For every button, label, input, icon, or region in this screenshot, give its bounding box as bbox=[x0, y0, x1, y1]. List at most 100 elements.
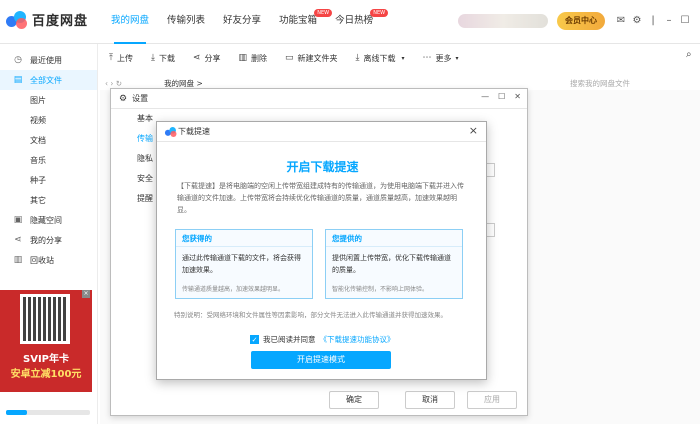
download-speedup-dialog: 下载提速 × 开启下载提速 【下载提速】是将电脑端的空闲上传带宽组建成特有的传输… bbox=[156, 121, 487, 380]
search-input[interactable]: 搜索我的网盘文件 bbox=[570, 78, 700, 90]
settings-tab-transfer[interactable]: 传输 bbox=[111, 129, 161, 149]
trash-icon: ▥ bbox=[238, 53, 248, 63]
sidebar-item-label: 回收站 bbox=[30, 255, 54, 265]
toolbar-label: 下载 bbox=[158, 53, 175, 63]
upload-icon: ⤒ bbox=[109, 53, 113, 63]
nav-label: 好友分享 bbox=[223, 15, 262, 26]
sidebar-item-images[interactable]: 图片 bbox=[0, 90, 97, 110]
divider: | bbox=[651, 15, 655, 26]
sidebar-item-recent[interactable]: ◷ 最近使用 bbox=[0, 50, 97, 70]
top-bar: 百度网盘 我的网盘 传输列表 好友分享 功能宝箱 NEW 今日热榜 NEW 会员中心… bbox=[0, 0, 700, 44]
delete-button[interactable]: ▥ 删除 bbox=[230, 53, 277, 64]
nav-toolbox[interactable]: 功能宝箱 NEW bbox=[270, 0, 333, 44]
trash-icon: ▥ bbox=[13, 255, 23, 265]
settings-tab-security[interactable]: 安全 bbox=[111, 169, 161, 189]
sidebar-item-videos[interactable]: 视频 bbox=[0, 110, 97, 130]
share-icon: ⋖ bbox=[14, 235, 22, 245]
nav-transfer-list[interactable]: 传输列表 bbox=[158, 0, 214, 44]
upload-button[interactable]: ⤒ 上传 bbox=[100, 53, 142, 64]
close-icon[interactable]: × bbox=[469, 124, 478, 137]
settings-title: 设置 bbox=[132, 94, 149, 103]
mail-icon[interactable]: ✉ bbox=[615, 14, 627, 28]
maximize-icon[interactable]: ☐ bbox=[679, 14, 691, 28]
sidebar-item-all-files[interactable]: ▤ 全部文件 bbox=[0, 70, 97, 90]
promo-line1: SVIP年卡 bbox=[23, 354, 69, 365]
settings-tab-basic[interactable]: 基本 bbox=[111, 109, 161, 129]
breadcrumb-path[interactable]: 我的网盘 > bbox=[164, 79, 203, 88]
nav-label: 功能宝箱 bbox=[279, 15, 318, 26]
special-note: 特别说明：受网络环境和文件属性等因素影响，部分文件无法进入此传输通道并获得加速效… bbox=[174, 311, 447, 319]
contribution-card: 您提供的 提供闲置上传带宽，优化下载传输通道的质量。 智能化传输控制，不影响上网… bbox=[325, 229, 463, 299]
maximize-icon[interactable]: ☐ bbox=[498, 92, 505, 101]
sidebar-item-recycle-bin[interactable]: ▥ 回收站 bbox=[0, 250, 97, 270]
promo-line2: 安卓立减100元 bbox=[10, 369, 82, 380]
agree-checkbox[interactable]: ✓ bbox=[250, 335, 259, 344]
chevron-down-icon: ▾ bbox=[455, 54, 459, 62]
settings-titlebar: ⚙ 设置 bbox=[111, 89, 527, 109]
sidebar-item-label: 隐藏空间 bbox=[30, 215, 62, 225]
new-badge: NEW bbox=[370, 9, 389, 17]
dialog-title: 下载提速 bbox=[178, 127, 210, 136]
back-icon[interactable]: ‹ › ↻ bbox=[105, 79, 122, 88]
qr-code-icon bbox=[20, 294, 70, 344]
gear-icon[interactable]: ⚙ bbox=[631, 14, 643, 28]
card-title: 您获得的 bbox=[176, 230, 312, 247]
ok-button[interactable]: 确定 bbox=[329, 391, 379, 409]
share-icon: ⋖ bbox=[192, 53, 201, 63]
nav-hot-list[interactable]: 今日热榜 NEW bbox=[326, 0, 389, 44]
close-icon[interactable]: ✕ bbox=[514, 92, 521, 101]
toolbar-label: 新建文件夹 bbox=[297, 53, 338, 63]
sidebar-item-my-share[interactable]: ⋖ 我的分享 bbox=[0, 230, 97, 250]
share-button[interactable]: ⋖ 分享 bbox=[184, 53, 230, 64]
sidebar-item-torrents[interactable]: 种子 bbox=[0, 170, 97, 190]
download-button[interactable]: ⤓ 下载 bbox=[142, 53, 184, 64]
nav-my-disk[interactable]: 我的网盘 bbox=[102, 0, 158, 44]
dialog-description: 【下载提速】是将电脑端的空闲上传带宽组建成特有的传输通道，为使用电脑端下载并进入… bbox=[177, 182, 464, 214]
card-text: 通过此传输通道下载的文件，将会获得加速效果。 bbox=[182, 254, 301, 274]
more-button[interactable]: ⋯ 更多 ▾ bbox=[414, 53, 468, 64]
sidebar-item-label: 音乐 bbox=[30, 155, 46, 165]
sidebar-item-label: 我的分享 bbox=[30, 235, 62, 245]
sidebar-item-music[interactable]: 音乐 bbox=[0, 150, 97, 170]
settings-nav: 基本 传输 隐私 安全 提醒 bbox=[111, 109, 161, 209]
search-icon[interactable]: ⌕ bbox=[686, 49, 692, 60]
apply-button[interactable]: 应用 bbox=[467, 391, 517, 409]
sidebar-item-label: 最近使用 bbox=[30, 55, 62, 65]
vip-center-button[interactable]: 会员中心 bbox=[557, 12, 605, 30]
agreement-row: ✓ 我已阅读并同意 《下载提速功能协议》 bbox=[250, 334, 395, 345]
enable-speedup-button[interactable]: 开启提速模式 bbox=[251, 351, 391, 369]
settings-tab-reminder[interactable]: 提醒 bbox=[111, 189, 161, 209]
nav-label: 传输列表 bbox=[167, 15, 206, 26]
dialog-heading: 开启下载提速 bbox=[286, 160, 359, 174]
settings-window-controls: — ☐ ✕ bbox=[481, 92, 521, 101]
card-note: 传输通道质量越高，加速效果越明显。 bbox=[182, 286, 285, 293]
app-logo[interactable]: 百度网盘 bbox=[6, 10, 88, 29]
minimize-icon[interactable]: — bbox=[481, 92, 489, 101]
nav-friend-share[interactable]: 好友分享 bbox=[214, 0, 270, 44]
download-icon: ⤓ bbox=[150, 53, 155, 63]
cloud-logo-icon bbox=[164, 126, 177, 137]
user-info[interactable] bbox=[458, 14, 548, 28]
file-icon: ▤ bbox=[13, 75, 23, 85]
svip-promo-banner[interactable]: × SVIP年卡 安卓立减100元 bbox=[0, 290, 92, 392]
minimize-icon[interactable]: – bbox=[663, 14, 675, 28]
sidebar-item-other[interactable]: 其它 bbox=[0, 190, 97, 210]
sidebar-item-label: 图片 bbox=[30, 95, 46, 105]
sidebar-item-hidden-space[interactable]: ▣ 隐藏空间 bbox=[0, 210, 97, 230]
nav-label: 今日热榜 bbox=[335, 15, 374, 26]
storage-bar bbox=[6, 410, 90, 415]
sidebar-item-docs[interactable]: 文档 bbox=[0, 130, 97, 150]
cancel-button[interactable]: 取消 bbox=[405, 391, 455, 409]
sidebar-item-label: 视频 bbox=[30, 115, 46, 125]
agreement-link[interactable]: 《下载提速功能协议》 bbox=[320, 334, 395, 345]
nav-label: 我的网盘 bbox=[111, 15, 150, 26]
more-icon: ⋯ bbox=[422, 53, 432, 63]
settings-tab-privacy[interactable]: 隐私 bbox=[111, 149, 161, 169]
close-icon[interactable]: × bbox=[82, 290, 90, 298]
app-title: 百度网盘 bbox=[32, 14, 89, 29]
chevron-down-icon[interactable]: ▾ bbox=[402, 55, 405, 62]
new-folder-button[interactable]: ▭ 新建文件夹 bbox=[276, 53, 347, 64]
card-text: 提供闲置上传带宽，优化下载传输通道的质量。 bbox=[332, 254, 451, 274]
offline-download-icon: ⤓ bbox=[355, 53, 360, 63]
offline-download-button[interactable]: ⤓ 离线下载 ▾ bbox=[347, 53, 414, 64]
